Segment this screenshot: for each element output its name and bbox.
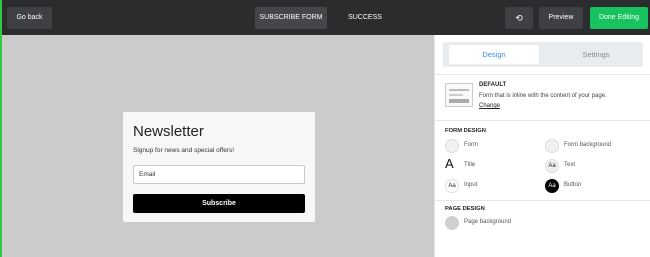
page-background-swatch xyxy=(445,216,459,230)
button-style-icon: Aa xyxy=(545,179,559,193)
layout-name: DEFAULT xyxy=(479,82,507,88)
divider xyxy=(435,200,650,201)
text-option-label: Text xyxy=(564,162,576,168)
title-option-label: Title xyxy=(464,162,476,168)
go-back-button[interactable]: Go back xyxy=(7,7,52,29)
form-subtitle[interactable]: Signup for news and special offers! xyxy=(133,147,234,154)
layout-thumbnail xyxy=(445,83,473,107)
layout-description: Form that is inline with the content of … xyxy=(479,93,607,99)
tab-subscribe-form[interactable]: SUBSCRIBE FORM xyxy=(255,7,327,29)
change-layout-link[interactable]: Change xyxy=(479,103,500,109)
tab-design[interactable]: Design xyxy=(449,45,539,64)
tab-success-message[interactable]: SUCCESS MESSAGE xyxy=(331,7,399,43)
design-panel: Design Settings DEFAULT Form that is inl… xyxy=(434,35,650,257)
title-font-icon: A xyxy=(445,156,454,171)
panel-tabs: Design Settings xyxy=(443,42,643,67)
divider xyxy=(435,74,650,75)
input-option-label: Input xyxy=(464,182,478,188)
preview-button[interactable]: Preview xyxy=(539,7,583,29)
top-toolbar: Go back SUBSCRIBE FORM SUCCESS MESSAGE ⟲… xyxy=(0,0,650,43)
subscribe-button[interactable]: Subscribe xyxy=(133,194,305,213)
form-color-swatch xyxy=(445,139,459,153)
form-design-heading: FORM DESIGN xyxy=(445,128,486,134)
form-title[interactable]: Newsletter xyxy=(133,123,204,140)
form-background-label: Form background xyxy=(564,142,612,148)
undo-icon[interactable]: ⟲ xyxy=(505,7,533,29)
done-editing-button[interactable]: Done Editing xyxy=(590,7,648,29)
input-style-icon: Aa xyxy=(445,179,459,193)
page-design-heading: PAGE DESIGN xyxy=(445,206,485,212)
button-option-label: Button xyxy=(564,182,582,188)
tab-settings[interactable]: Settings xyxy=(551,45,641,64)
text-font-icon: Aa xyxy=(545,159,559,173)
form-background-swatch xyxy=(545,139,559,153)
preview-canvas: Newsletter Signup for news and special o… xyxy=(0,35,434,257)
page-background-label: Page background xyxy=(464,219,512,225)
email-input[interactable]: Email xyxy=(133,165,305,184)
form-option-label: Form xyxy=(464,142,478,148)
newsletter-form-card[interactable]: Newsletter Signup for news and special o… xyxy=(123,112,315,222)
divider xyxy=(435,120,650,121)
